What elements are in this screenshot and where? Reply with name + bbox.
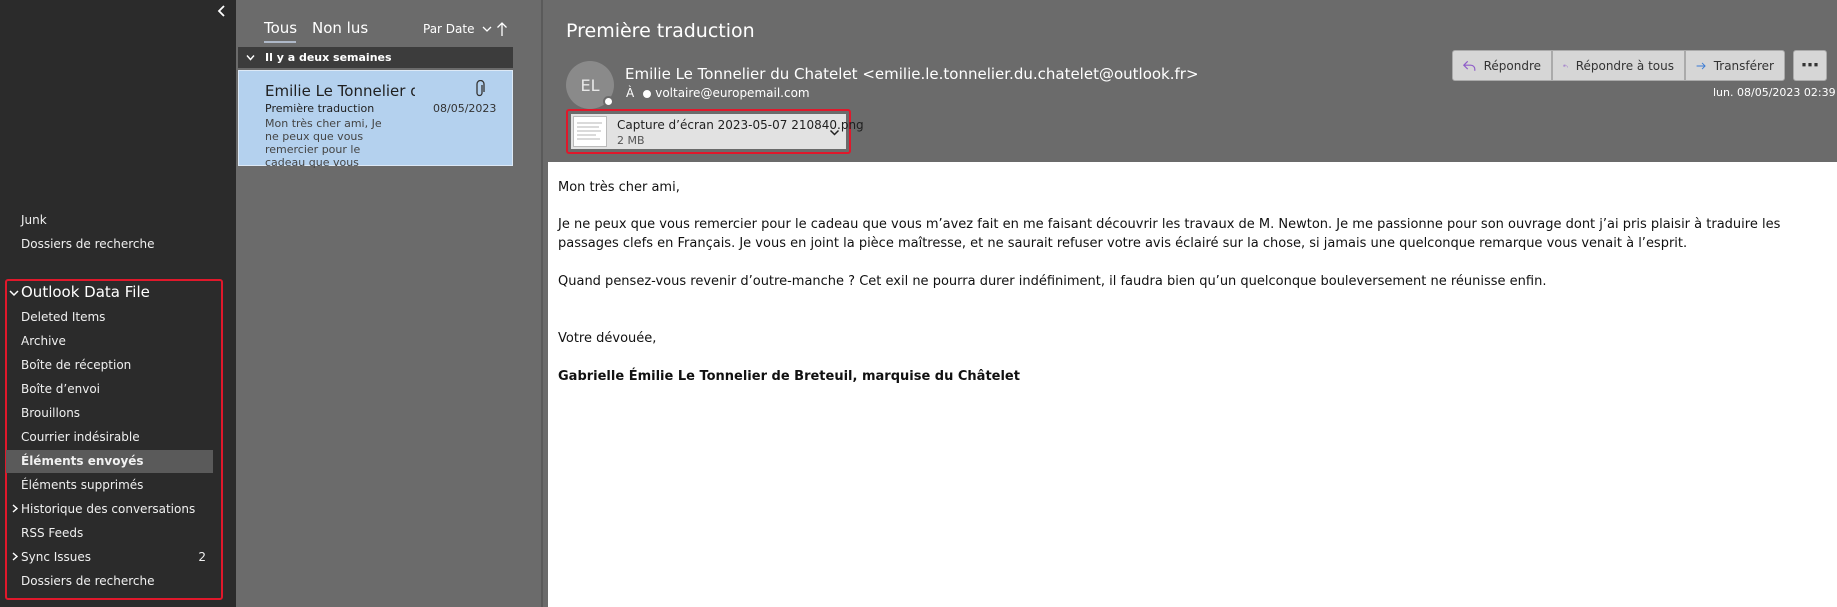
body-paragraph-1: Je ne peux que vous remercier pour le ca… xyxy=(558,217,1781,251)
folder-conversation-history[interactable]: Historique des conversations xyxy=(12,502,195,516)
message-preview: Mon très cher ami, Je ne peux que vous r… xyxy=(265,117,382,169)
folder-deleted-fr[interactable]: Éléments supprimés xyxy=(21,478,143,492)
body-closing: Votre dévouée, xyxy=(558,331,657,346)
forward-icon xyxy=(1696,62,1706,69)
message-subject: Première traduction xyxy=(265,102,375,115)
chevron-right-icon[interactable] xyxy=(11,504,20,513)
datafile-header[interactable]: Outlook Data File xyxy=(9,283,150,301)
folder-archive[interactable]: Archive xyxy=(21,334,66,348)
forward-button[interactable]: Transférer xyxy=(1685,50,1785,81)
sent-timestamp: lun. 08/05/2023 02:39 xyxy=(1713,86,1836,99)
folder-junk[interactable]: Junk xyxy=(21,213,47,227)
chevron-down-icon xyxy=(482,26,492,32)
attachment-size: 2 MB xyxy=(617,134,645,147)
attachment-body: Capture d’écran 2023-05-07 210840.png 2 … xyxy=(571,114,864,149)
folder-rss-feeds[interactable]: RSS Feeds xyxy=(21,526,83,540)
sender-name: Emilie Le Tonnelier du Chatelet xyxy=(265,82,415,100)
body-paragraph-2: Quand pensez-vous revenir d’outre-manche… xyxy=(558,274,1547,289)
unread-count-badge: 2 xyxy=(198,550,206,564)
image-thumbnail-icon xyxy=(577,122,602,140)
group-header[interactable]: Il y a deux semaines xyxy=(238,47,513,68)
folder-deleted-items[interactable]: Deleted Items xyxy=(21,310,105,324)
body-signature: Gabrielle Émilie Le Tonnelier de Breteui… xyxy=(558,369,1020,384)
reply-icon xyxy=(1463,60,1476,71)
message-body: Mon très cher ami, Je ne peux que vous r… xyxy=(548,162,1837,607)
presence-dot-icon xyxy=(643,89,652,98)
folder-drafts[interactable]: Brouillons xyxy=(21,406,80,420)
reply-all-icon xyxy=(1563,63,1568,68)
sort-button[interactable]: Par Date xyxy=(423,22,492,36)
folder-inbox[interactable]: Boîte de réception xyxy=(21,358,131,372)
body-greeting: Mon très cher ami, xyxy=(558,180,680,195)
reply-button[interactable]: Répondre xyxy=(1452,50,1552,81)
folder-search-datafile[interactable]: Dossiers de recherche xyxy=(21,574,155,588)
arrow-up-icon[interactable] xyxy=(496,21,508,37)
chevron-down-icon xyxy=(246,55,255,61)
folder-outbox[interactable]: Boîte d’envoi xyxy=(21,382,100,396)
action-bar: Répondre Répondre à tous Transférer xyxy=(1452,50,1785,81)
folder-sync-issues[interactable]: Sync Issues 2 xyxy=(12,550,206,564)
attachment-card[interactable]: Capture d’écran 2023-05-07 210840.png 2 … xyxy=(566,109,864,154)
folder-junk-fr[interactable]: Courrier indésirable xyxy=(21,430,140,444)
collapse-pane-icon[interactable] xyxy=(215,4,229,18)
paperclip-icon xyxy=(476,80,485,97)
message-date: 08/05/2023 xyxy=(433,102,497,115)
folder-sent-items[interactable]: Éléments envoyés xyxy=(6,450,213,473)
tab-active-indicator xyxy=(264,41,296,43)
chevron-down-icon xyxy=(9,290,19,297)
attachment-name: Capture d’écran 2023-05-07 210840.png xyxy=(617,118,864,132)
recipient-address[interactable]: voltaire@europemail.com xyxy=(655,86,809,100)
more-options-button[interactable]: ⋯ xyxy=(1793,50,1827,81)
tab-unread[interactable]: Non lus xyxy=(312,19,368,37)
tab-all[interactable]: Tous xyxy=(264,19,297,37)
reply-all-button[interactable]: Répondre à tous xyxy=(1552,50,1685,81)
subject-title: Première traduction xyxy=(566,20,755,42)
folder-search-top[interactable]: Dossiers de recherche xyxy=(21,237,155,251)
message-list-item[interactable]: Emilie Le Tonnelier du Chatelet Première… xyxy=(238,70,513,169)
presence-status-icon xyxy=(603,96,614,107)
attachment-thumbnail xyxy=(573,116,607,147)
chevron-right-icon[interactable] xyxy=(11,552,20,561)
recipient-line: Àvoltaire@europemail.com xyxy=(626,86,810,100)
chevron-down-icon[interactable] xyxy=(829,127,840,138)
sender-address[interactable]: Emilie Le Tonnelier du Chatelet <emilie.… xyxy=(625,65,1199,83)
